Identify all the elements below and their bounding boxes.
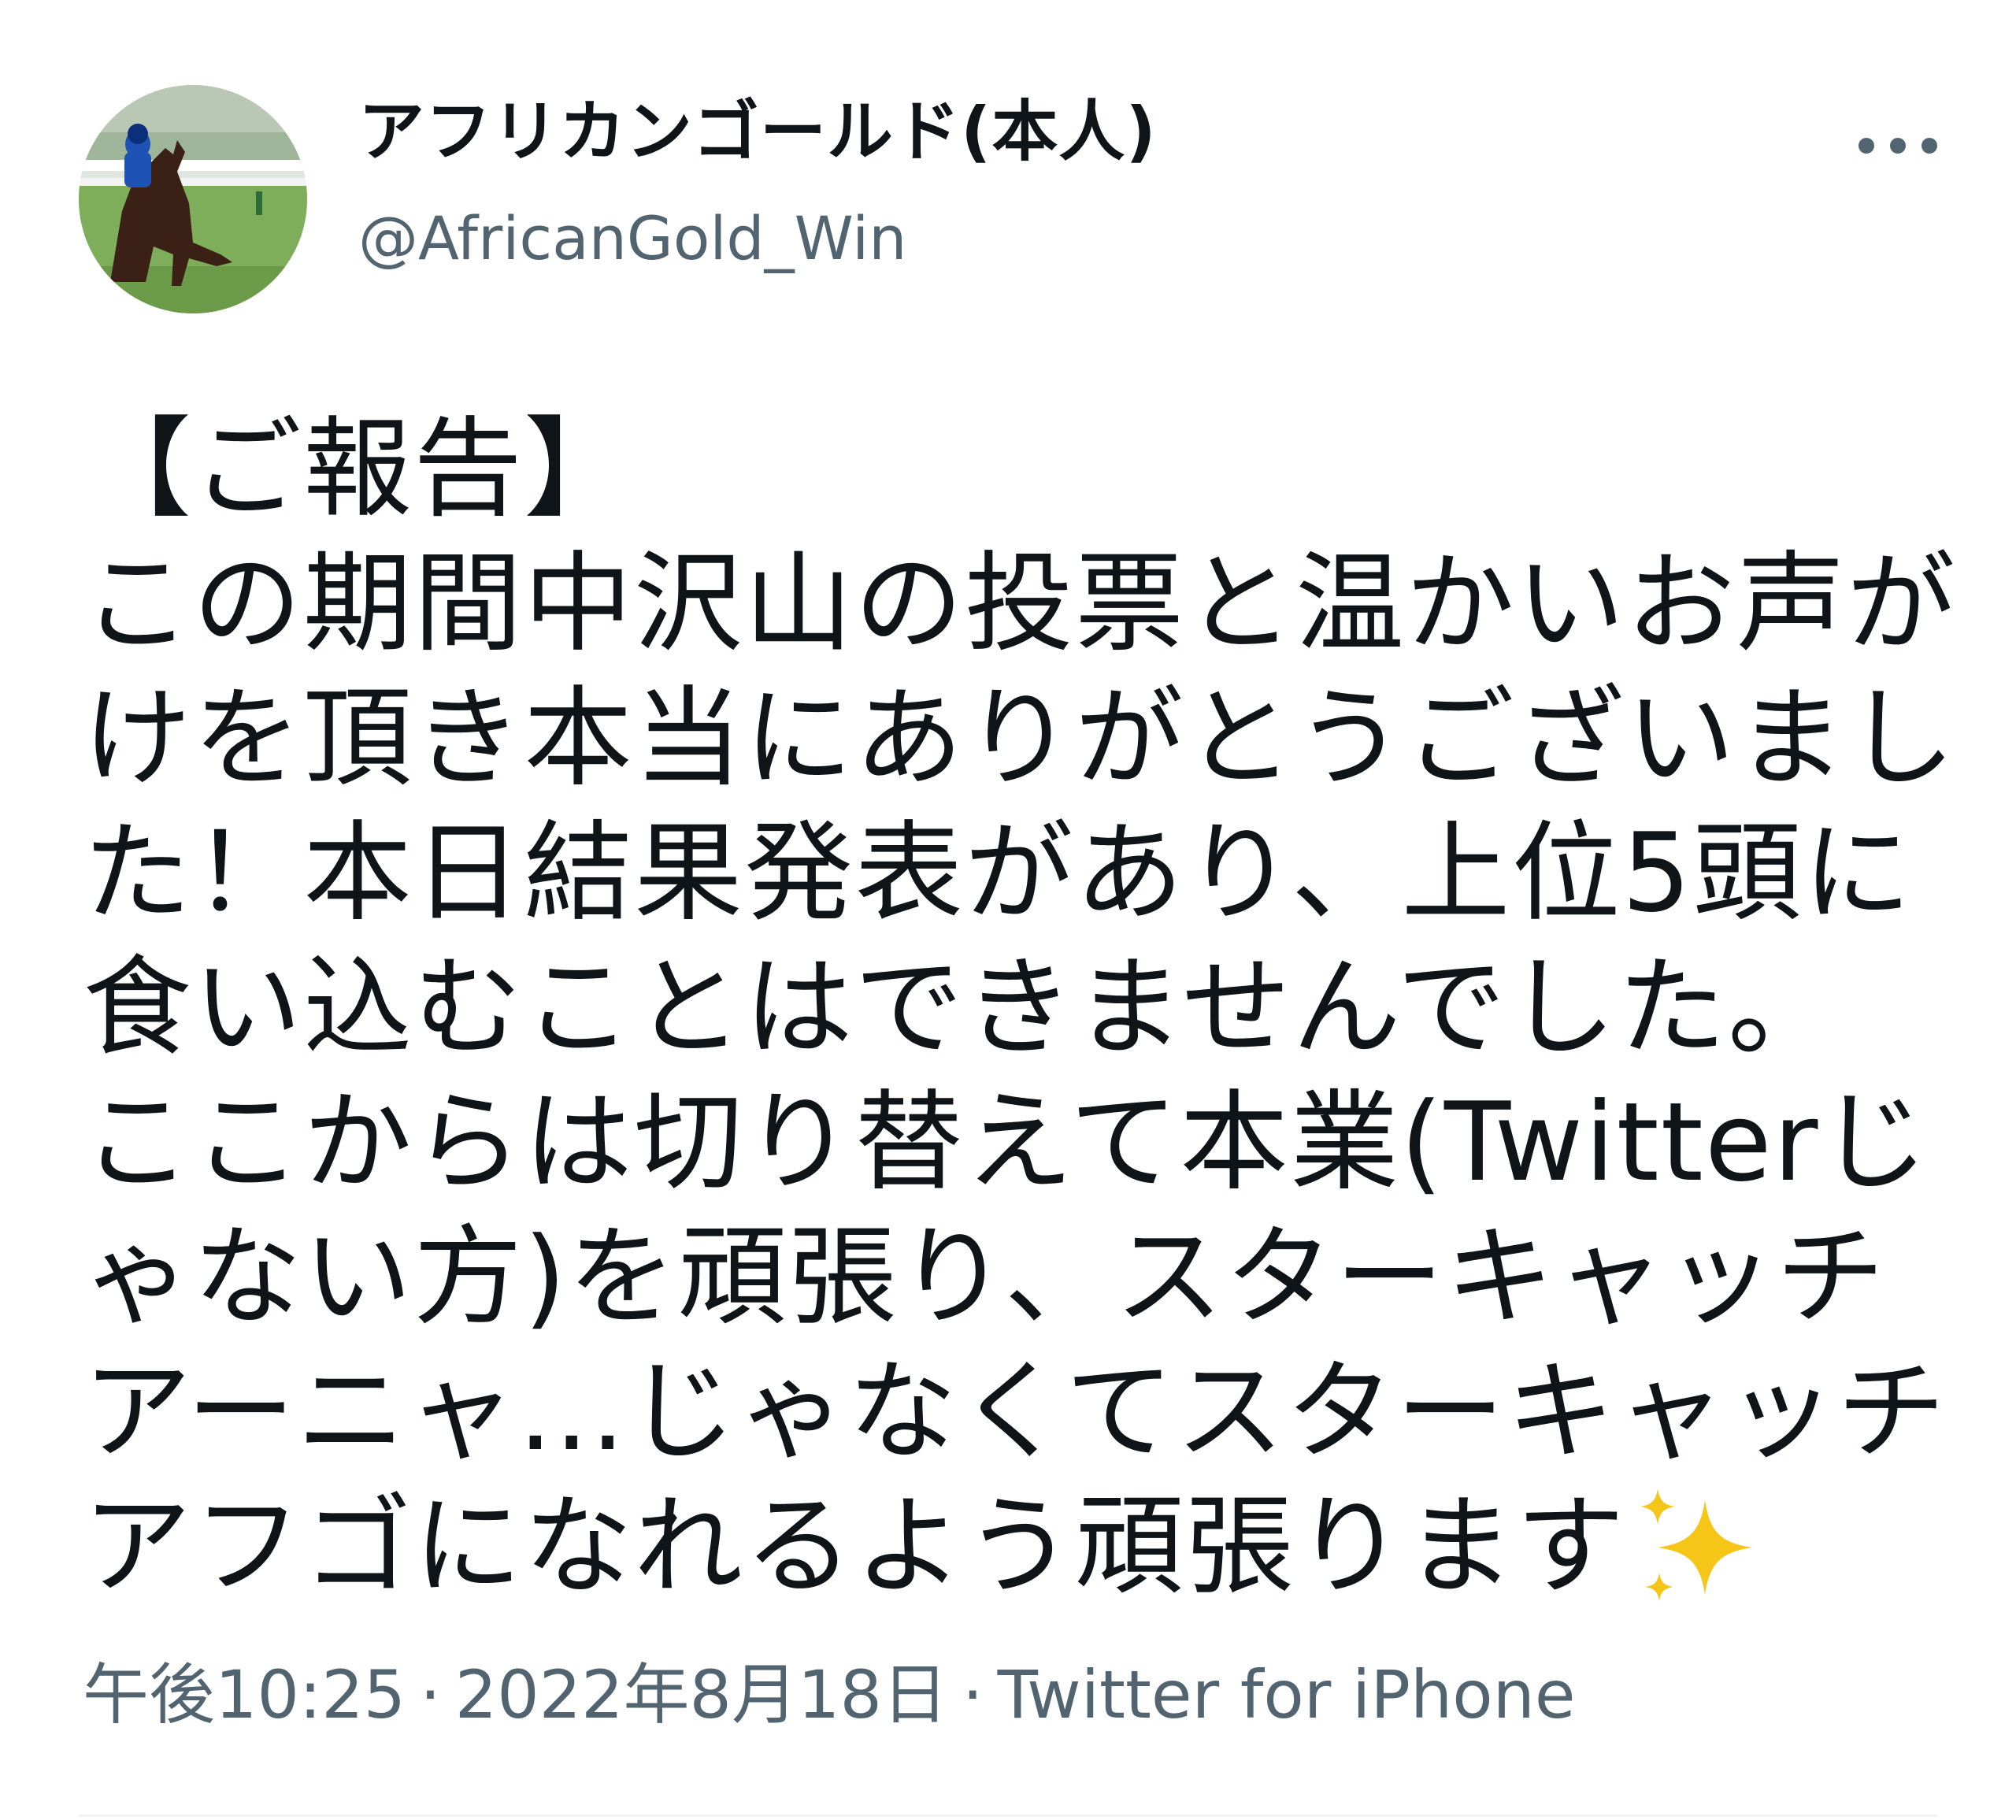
tweet-text-line-last: アフゴになれるよう頑張ります [83, 1479, 1957, 1617]
tweet-text-last-fragment: アフゴになれるよう頑張ります [83, 1483, 1627, 1610]
display-name[interactable]: アフリカンゴールド(本人) [358, 98, 1157, 165]
tweet-text-line: 【ご報告】 [83, 406, 635, 532]
more-dots-icon [1858, 138, 1874, 154]
meta-separator: · [420, 1656, 441, 1733]
tweet-text-line: この期間中沢山の投票と温かいお声が [83, 540, 1958, 667]
horse-rider-avatar-icon [79, 85, 307, 313]
tweet-date[interactable]: 2022年8月18日 [455, 1656, 948, 1733]
handle[interactable]: @AfricanGold_Win [358, 209, 906, 269]
tweet-text: 【ご報告】 この期間中沢山の投票と温かいお声が けを頂き本当にありがとうございま… [83, 402, 1957, 1617]
tweet-text-line: ここからは切り替えて本業(Twitterじ [83, 1079, 1930, 1206]
tweet-text-line: た！本日結果発表があり、上位5頭に [83, 810, 1914, 936]
tweet: アフリカンゴールド(本人) @AfricanGold_Win 【ご報告】 この期… [0, 0, 2016, 1820]
tweet-meta: 午後10:25 · 2022年8月18日 · Twitter for iPhone [83, 1662, 1576, 1728]
tweet-text-line: ゃない方)を頑張り、スターキャッチ [83, 1214, 1887, 1340]
meta-separator: · [962, 1656, 984, 1733]
sparkles-icon [1640, 1488, 1753, 1602]
avatar[interactable] [79, 85, 307, 313]
divider [79, 1814, 1937, 1817]
tweet-time[interactable]: 午後10:25 [83, 1656, 406, 1733]
more-dots-icon [1890, 138, 1906, 154]
more-button[interactable] [1858, 126, 1937, 165]
more-dots-icon [1922, 138, 1937, 154]
tweet-text-line: けを頂き本当にありがとうございまし [83, 675, 1958, 802]
tweet-text-line: 食い込むことはできませんでした。 [83, 944, 1838, 1071]
tweet-text-line: アーニャ…じゃなくてスターキャッチ [83, 1348, 1947, 1475]
tweet-source[interactable]: Twitter for iPhone [998, 1656, 1576, 1733]
